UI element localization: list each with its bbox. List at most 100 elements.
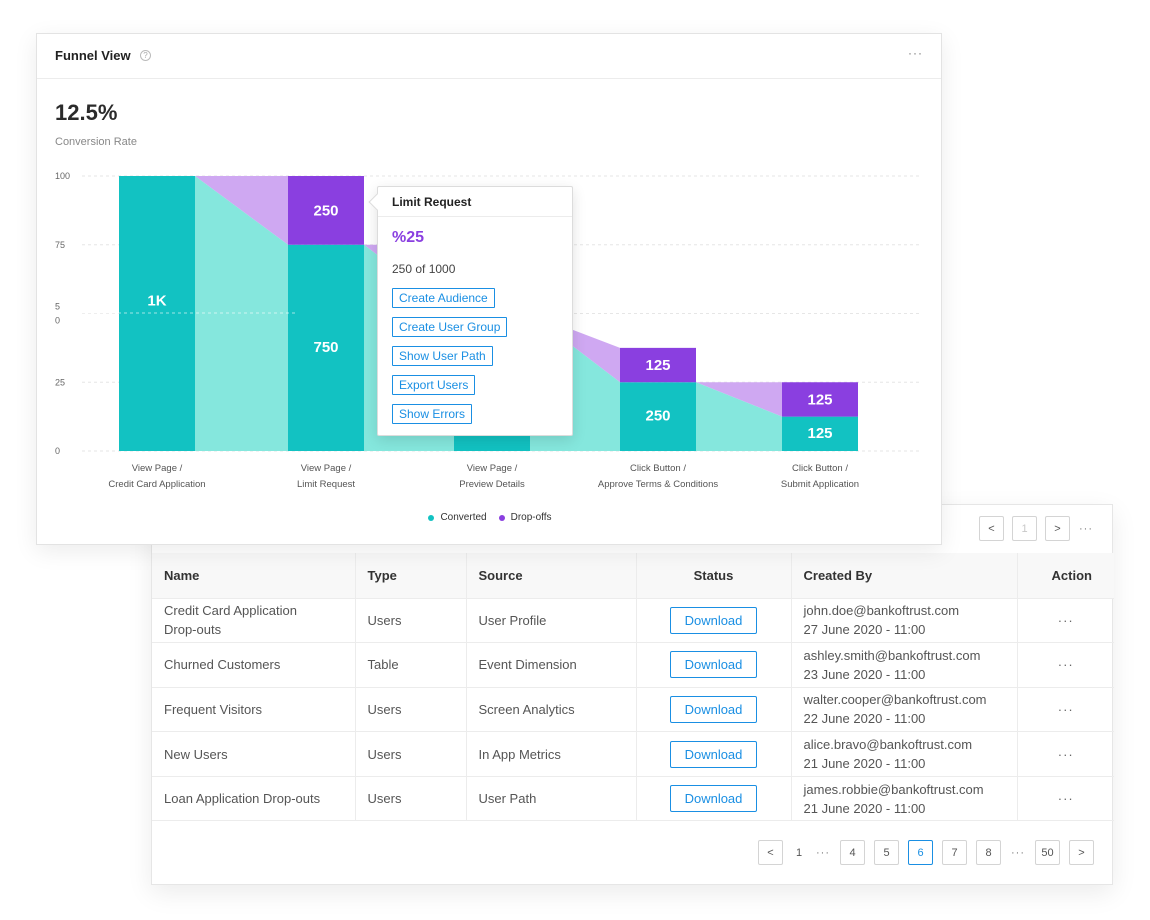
report-table-panel: < 1 > ··· Name Type Source Status Create… [151,504,1114,885]
next-page-button[interactable]: > [1069,840,1094,865]
row-created-by: walter.cooper@bankoftrust.com 22 June 202… [791,687,1018,733]
created-date: 21 June 2020 - 11:00 [803,800,926,816]
created-date: 27 June 2020 - 11:00 [803,622,926,638]
created-by-email: walter.cooper@bankoftrust.com [803,692,987,708]
x-category-label: View Page / [301,463,352,474]
column-header-status[interactable]: Status [636,553,792,599]
download-button[interactable]: Download [670,695,757,723]
x-category-label: Approve Terms & Conditions [598,479,718,490]
x-category-label: View Page / [132,463,183,474]
page-button-7[interactable]: 7 [942,840,967,865]
page-button-1[interactable]: 1 [792,840,806,865]
page-button-6[interactable]: 6 [908,840,933,865]
row-created-by: alice.bravo@bankoftrust.com 21 June 2020 … [791,731,1018,777]
download-button[interactable]: Download [670,740,757,768]
tooltip-count: 250 of 1000 [392,262,456,276]
converted-value-label: 750 [313,339,338,356]
table-row[interactable]: Credit Card Application Drop-outs Users Us… [152,598,1114,644]
download-button[interactable]: Download [670,606,757,634]
row-created-by: ashley.smith@bankoftrust.com 23 June 2020… [791,642,1018,688]
x-category-label: Credit Card Application [108,479,205,490]
row-action-menu[interactable]: ··· [1017,642,1114,688]
show-errors-button[interactable]: Show Errors [392,404,473,424]
table-header-row: Name Type Source Status Created By Actio… [152,553,1114,599]
top-pagination: < 1 > ··· [979,516,1094,541]
reports-table: Name Type Source Status Created By Actio… [152,553,1114,822]
create-user-group-button[interactable]: Create User Group [392,317,508,337]
prev-page-button[interactable]: < [979,516,1004,541]
prev-page-button[interactable]: < [758,840,783,865]
row-status: Download [636,687,792,733]
row-action-menu[interactable]: ··· [1017,776,1114,822]
download-button[interactable]: Download [670,785,757,813]
row-status: Download [636,731,792,777]
column-header-source[interactable]: Source [466,553,637,599]
table-row[interactable]: Loan Application Drop-outs Users User Path… [152,776,1114,822]
page-button-8[interactable]: 8 [976,840,1001,865]
page-button-50[interactable]: 50 [1035,840,1060,865]
legend-label-dropoffs: Drop-offs [510,512,552,523]
column-header-name[interactable]: Name [152,553,356,599]
legend-item-dropoffs[interactable]: Drop-offs [498,512,552,523]
download-button[interactable]: Download [670,651,757,679]
page-button-4[interactable]: 4 [840,840,865,865]
tooltip-divider [378,216,572,217]
y-tick-label: 75 [55,240,65,250]
legend-dot-converted [428,514,435,521]
created-by-email: john.doe@bankoftrust.com [803,603,960,619]
x-category-label: View Page / [467,463,518,474]
created-date: 22 June 2020 - 11:00 [803,711,926,727]
row-type: Users [355,598,467,644]
row-action-menu[interactable]: ··· [1017,687,1114,733]
tooltip-title: Limit Request [392,195,472,209]
y-tick-label: 25 [55,377,65,387]
row-name: Frequent Visitors [152,687,356,733]
row-status: Download [636,598,792,644]
row-created-by: james.robbie@bankoftrust.com 21 June 2020… [791,776,1018,822]
row-type: Users [355,687,467,733]
row-source: In App Metrics [466,731,637,777]
legend-label-converted: Converted [440,512,487,523]
x-category-label: Preview Details [459,479,525,490]
table-row[interactable]: Churned Customers Table Event Dimension Dow… [152,642,1114,688]
row-name: Loan Application Drop-outs [152,776,356,822]
row-created-by: john.doe@bankoftrust.com 27 June 2020 - 1… [791,598,1018,644]
column-header-created-by[interactable]: Created By [791,553,1018,599]
create-audience-button[interactable]: Create Audience [392,288,495,308]
bottom-pagination: < 1 ··· 4 5 6 7 8 ··· 50 > [758,840,1094,865]
chart-legend: Converted Drop-offs [37,512,943,523]
row-action-menu[interactable]: ··· [1017,598,1114,644]
legend-item-converted[interactable]: Converted [428,512,487,523]
more-options-icon[interactable]: ··· [1078,523,1094,535]
legend-dot-dropoffs [498,514,505,521]
row-name: Churned Customers [152,642,356,688]
created-by-email: ashley.smith@bankoftrust.com [803,647,981,663]
row-type: Table [355,642,467,688]
created-date: 21 June 2020 - 11:00 [803,756,926,772]
row-type: Users [355,731,467,777]
row-status: Download [636,776,792,822]
export-users-button[interactable]: Export Users [392,375,476,395]
x-category-label: Click Button / [792,463,848,474]
y-tick-label: 100 [55,171,70,181]
current-page-indicator[interactable]: 1 [1012,516,1037,541]
page-button-5[interactable]: 5 [874,840,899,865]
table-row[interactable]: Frequent Visitors Users Screen Analytics Do… [152,687,1114,733]
show-user-path-button[interactable]: Show User Path [392,346,493,366]
row-name: Credit Card Application Drop-outs [152,598,356,644]
row-name: New Users [152,731,356,777]
next-page-button[interactable]: > [1045,516,1070,541]
column-header-action: Action [1017,553,1114,599]
dropoff-value-label: 250 [313,202,338,219]
row-action-menu[interactable]: ··· [1017,731,1114,777]
pagination-ellipsis: ··· [816,846,830,859]
row-status: Download [636,642,792,688]
row-source: User Profile [466,598,637,644]
funnel-step-tooltip: Limit Request %25 250 of 1000 Create Aud… [368,186,573,436]
column-header-type[interactable]: Type [355,553,467,599]
row-source: User Path [466,776,637,822]
created-by-email: james.robbie@bankoftrust.com [803,781,984,797]
pagination-ellipsis: ··· [1011,846,1025,859]
table-row[interactable]: New Users Users In App Metrics Download alic… [152,731,1114,777]
converted-value-label: 1K [147,293,166,310]
